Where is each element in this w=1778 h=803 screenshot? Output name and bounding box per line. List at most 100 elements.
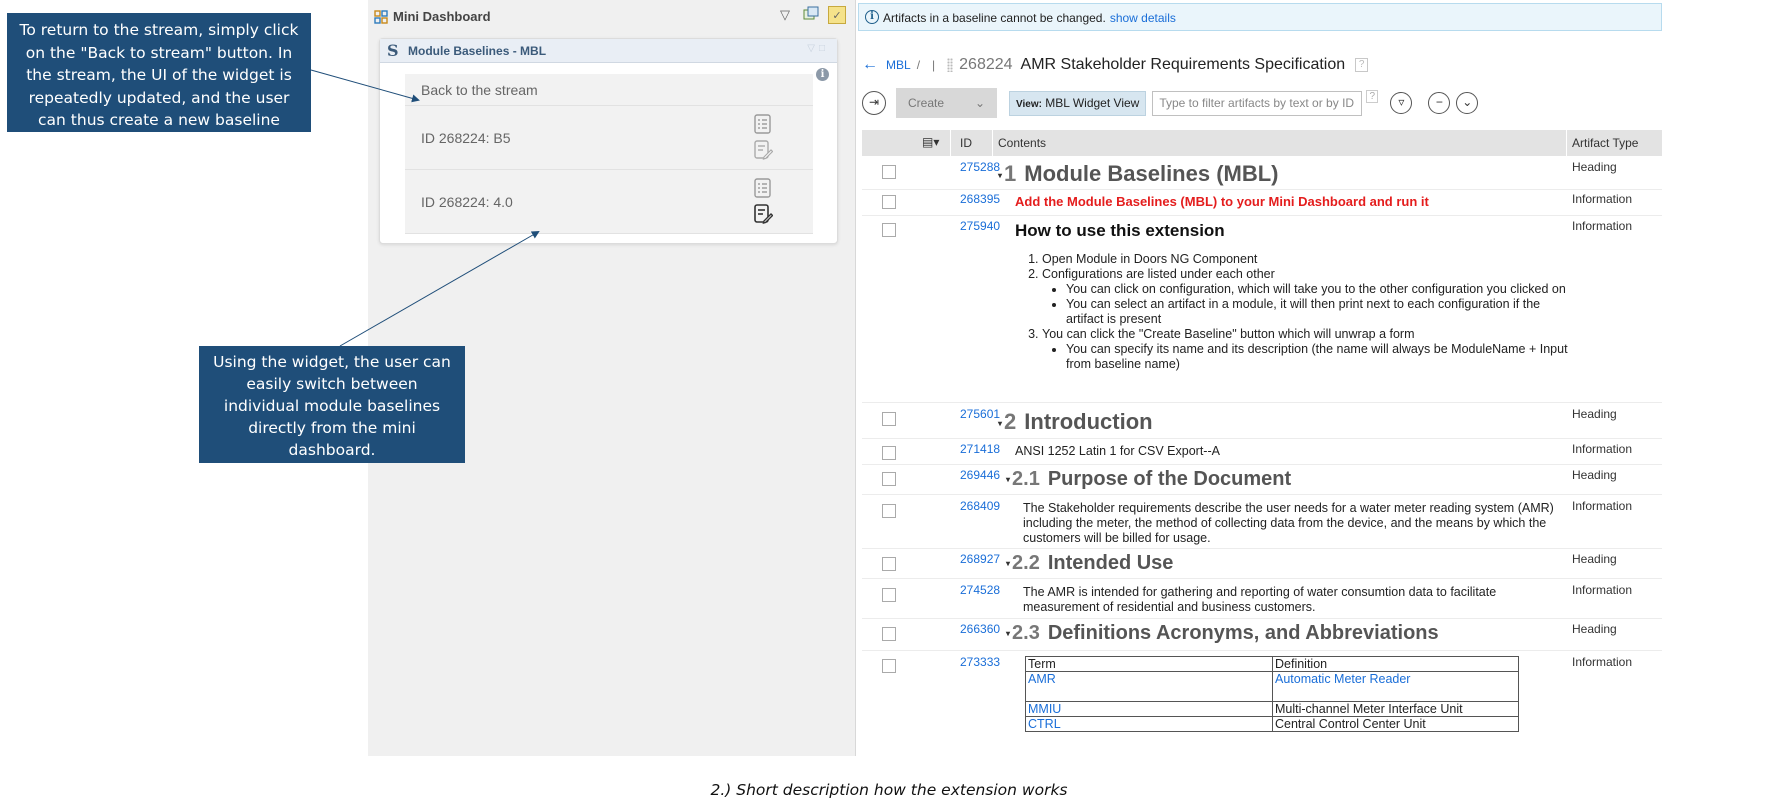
artifact-id-link[interactable]: 273333: [960, 655, 1000, 669]
table-row[interactable]: 268395 Add the Module Baselines (MBL) to…: [862, 190, 1662, 216]
breadcrumb-project-link[interactable]: MBL: [886, 58, 911, 72]
back-arrow-icon[interactable]: ←: [862, 56, 878, 74]
artifact-id-link[interactable]: 274528: [960, 583, 1000, 597]
table-row[interactable]: 268927 ▾ 2.2 Intended Use Heading: [862, 549, 1662, 579]
filter-help-icon[interactable]: ?: [1366, 90, 1379, 103]
drag-handle-icon[interactable]: [947, 58, 954, 72]
table-row[interactable]: 273333 Term Definition AMR Automatic Met…: [862, 651, 1662, 741]
filter-input[interactable]: [1152, 90, 1363, 116]
list-item: You can select an artifact in a module, …: [1066, 297, 1569, 327]
heading-text: Intended Use: [1047, 552, 1174, 574]
expand-panel-icon[interactable]: ⇥: [862, 91, 886, 115]
row-checkbox[interactable]: [882, 659, 896, 673]
mini-dashboard-title: Mini Dashboard: [393, 9, 491, 24]
list-item: You can click on configuration, which wi…: [1066, 282, 1569, 297]
defs-header-term: Term: [1025, 656, 1273, 672]
row-checkbox[interactable]: [882, 412, 896, 426]
heading-number: 2.1: [1012, 468, 1040, 490]
breadcrumb-divider: |: [932, 58, 936, 72]
baseline-item[interactable]: ID 268224: B5: [405, 106, 813, 170]
view-selector[interactable]: View: MBL Widget View: [1009, 90, 1147, 116]
expand-all-icon[interactable]: ⌄: [1456, 92, 1479, 114]
artifact-text: Add the Module Baselines (MBL) to your M…: [1015, 194, 1429, 209]
module-title: AMR Stakeholder Requirements Specificati…: [1020, 56, 1346, 73]
widget-title: Module Baselines - MBL: [408, 44, 547, 58]
term-link[interactable]: AMR: [1025, 671, 1273, 702]
baseline-item[interactable]: ID 268224: 4.0: [405, 170, 813, 234]
help-icon[interactable]: ?: [1355, 58, 1369, 72]
definitions-table: Term Definition AMR Automatic Meter Read…: [1025, 656, 1519, 732]
column-id[interactable]: ID: [960, 136, 972, 150]
row-checkbox[interactable]: [882, 446, 896, 460]
definition-text: Central Control Center Unit: [1272, 716, 1519, 732]
filter-icon[interactable]: ▿: [1390, 92, 1413, 114]
artifact-id-link[interactable]: 268409: [960, 499, 1000, 513]
add-widget-icon[interactable]: [802, 6, 820, 24]
edit-document-icon[interactable]: [753, 204, 773, 224]
info-icon[interactable]: i: [816, 68, 829, 81]
artifact-text: The AMR is intended for gathering and re…: [1023, 585, 1497, 614]
collapse-toggle-icon[interactable]: ▾: [1006, 559, 1010, 568]
create-label: Create: [908, 96, 945, 110]
list-item: You can specify its name and its descrip…: [1066, 342, 1569, 372]
artifact-id-link[interactable]: 275940: [960, 219, 1000, 233]
list-icon[interactable]: [753, 114, 773, 134]
table-row[interactable]: 268409 The Stakeholder requirements desc…: [862, 495, 1662, 549]
defs-header-definition: Definition: [1272, 656, 1519, 672]
pin-icon[interactable]: ✓: [828, 6, 846, 24]
row-checkbox[interactable]: [882, 195, 896, 209]
row-checkbox[interactable]: [882, 557, 896, 571]
table-row: MMIU Multi-channel Meter Interface Unit: [1025, 701, 1519, 717]
artifact-id-link[interactable]: 266360: [960, 622, 1000, 636]
table-row[interactable]: 274528 The AMR is intended for gathering…: [862, 579, 1662, 619]
artifact-id-link[interactable]: 275288: [960, 160, 1000, 174]
module-toolbar: ⇥ Create ⌄ View: MBL Widget View ? ▿ − ⌄: [862, 88, 1479, 118]
collapse-toggle-icon[interactable]: ▾: [998, 419, 1002, 428]
collapse-toggle-icon[interactable]: ▾: [1006, 475, 1010, 484]
row-checkbox[interactable]: [882, 588, 896, 602]
module-baselines-widget: S Module Baselines - MBL ▽□ i Back to th…: [379, 38, 838, 244]
row-checkbox[interactable]: [882, 165, 896, 179]
collapse-toggle-icon[interactable]: ▾: [998, 171, 1002, 180]
column-contents[interactable]: Contents: [998, 136, 1046, 150]
definition-link[interactable]: Automatic Meter Reader: [1272, 671, 1519, 702]
view-prefix: View:: [1016, 98, 1042, 110]
artifact-id-link[interactable]: 269446: [960, 468, 1000, 482]
table-row[interactable]: 275940 How to use this extension Open Mo…: [862, 216, 1662, 403]
term-link[interactable]: MMIU: [1025, 701, 1273, 717]
back-to-stream-button[interactable]: Back to the stream: [405, 74, 813, 106]
collapse-triangle-icon[interactable]: ▽: [776, 6, 794, 24]
artifact-type: Information: [1572, 499, 1633, 513]
view-name: MBL Widget View: [1045, 95, 1140, 110]
artifact-type: Heading: [1572, 622, 1617, 636]
table-row[interactable]: 271418 ANSI 1252 Latin 1 for CSV Export-…: [862, 439, 1662, 465]
artifact-id-link[interactable]: 275601: [960, 407, 1000, 421]
create-button[interactable]: Create ⌄: [896, 88, 997, 118]
heading-text: Module Baselines (MBL): [1024, 161, 1279, 186]
row-checkbox[interactable]: [882, 627, 896, 641]
collapse-all-icon[interactable]: −: [1428, 92, 1451, 114]
heading-number: 2: [1004, 409, 1017, 434]
column-artifact-type[interactable]: Artifact Type: [1572, 136, 1638, 150]
row-checkbox[interactable]: [882, 472, 896, 486]
term-link[interactable]: CTRL: [1025, 716, 1273, 732]
list-icon[interactable]: [753, 178, 773, 198]
widget-window-controls-icon[interactable]: ▽□: [807, 43, 829, 54]
heading-number: 1: [1004, 161, 1017, 186]
definition-text: Multi-channel Meter Interface Unit: [1272, 701, 1519, 717]
edit-document-icon[interactable]: [753, 140, 773, 160]
row-checkbox[interactable]: [882, 223, 896, 237]
artifact-id-link[interactable]: 268927: [960, 552, 1000, 566]
row-checkbox[interactable]: [882, 504, 896, 518]
table-row[interactable]: 269446 ▾ 2.1 Purpose of the Document Headi…: [862, 465, 1662, 495]
table-row[interactable]: 266360 ▾ 2.3 Definitions Acronyms, and Abb…: [862, 619, 1662, 651]
artifact-id-link[interactable]: 268395: [960, 192, 1000, 206]
artifact-id-link[interactable]: 271418: [960, 442, 1000, 456]
chevron-down-icon: ⌄: [974, 96, 985, 110]
module-view-pane: i Artifacts in a baseline cannot be chan…: [858, 0, 1662, 756]
column-settings-icon[interactable]: ▤▾: [922, 135, 939, 149]
show-details-link[interactable]: show details: [1110, 11, 1176, 25]
table-row[interactable]: 275601 ▾2 Introduction Heading: [862, 403, 1662, 439]
collapse-toggle-icon[interactable]: ▾: [1006, 629, 1010, 638]
table-row[interactable]: 275288 ▾1 Module Baselines (MBL) Heading: [862, 156, 1662, 190]
